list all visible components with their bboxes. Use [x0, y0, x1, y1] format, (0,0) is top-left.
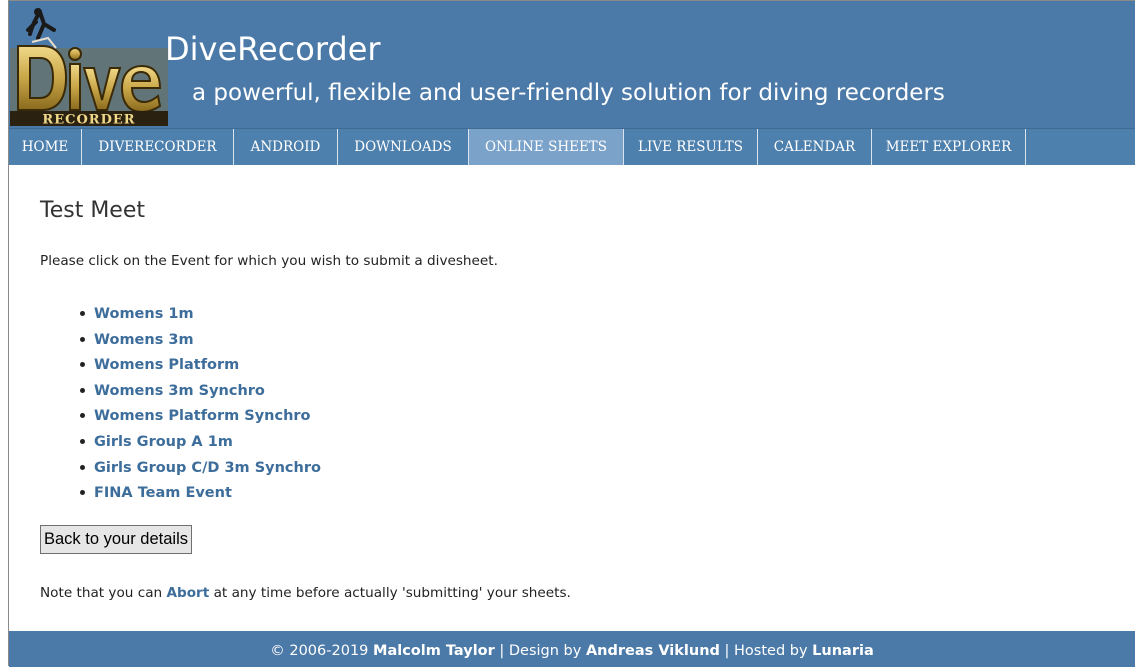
note-text-after: at any time before actually 'submitting'… [209, 585, 571, 601]
nav-live-results-label: LIVE RESULTS [638, 139, 743, 155]
diverecorder-logo[interactable]: RECORDER [10, 8, 168, 126]
site-tagline: a powerful, flexible and user-friendly s… [192, 80, 945, 106]
list-item: FINA Team Event [49, 479, 321, 505]
nav-online-sheets[interactable]: ONLINE SHEETS [469, 129, 624, 165]
list-item: Womens Platform Synchro [49, 402, 321, 428]
site-title[interactable]: DiveRecorder [165, 29, 381, 69]
list-item: Girls Group C/D 3m Synchro [49, 454, 321, 480]
nav-downloads[interactable]: DOWNLOADS [338, 129, 469, 165]
footer-copyright: © 2006-2019 [270, 643, 374, 659]
nav-online-sheets-label: ONLINE SHEETS [484, 139, 608, 155]
nav-android[interactable]: ANDROID [234, 129, 338, 165]
intro-text: Please click on the Event for which you … [40, 253, 498, 269]
back-to-details-button[interactable]: Back to your details [40, 525, 192, 554]
nav-home[interactable]: HOME [9, 129, 82, 165]
event-link-womens-3m-synchro[interactable]: Womens 3m Synchro [94, 383, 265, 399]
nav-calendar[interactable]: CALENDAR [758, 129, 872, 165]
footer-host-link[interactable]: Lunaria [812, 643, 874, 659]
nav-diverecorder[interactable]: DIVERECORDER [82, 129, 234, 165]
list-item: Womens 3m Synchro [49, 377, 321, 403]
event-link-girls-group-a-1m[interactable]: Girls Group A 1m [94, 434, 233, 450]
logo-text: RECORDER [42, 113, 135, 127]
site-header: RECORDER DiveRecorder a powerful, flexib… [9, 1, 1135, 128]
list-item: Girls Group A 1m [49, 428, 321, 454]
nav-meet-explorer[interactable]: MEET EXPLORER [872, 129, 1026, 165]
event-link-womens-platform[interactable]: Womens Platform [94, 357, 239, 373]
page-title: Test Meet [40, 198, 145, 223]
event-list: Womens 1m Womens 3m Womens Platform Wome… [49, 300, 321, 505]
event-link-girls-group-cd-3m-synchro[interactable]: Girls Group C/D 3m Synchro [94, 460, 321, 476]
footer-separator-hosted: | Hosted by [719, 643, 813, 659]
footer-separator-design: | Design by [494, 643, 586, 659]
list-item: Womens Platform [49, 351, 321, 377]
abort-note: Note that you can Abort at any time befo… [40, 585, 571, 601]
abort-link[interactable]: Abort [166, 585, 209, 601]
list-item: Womens 3m [49, 326, 321, 352]
page-frame: RECORDER DiveRecorder a powerful, flexib… [8, 0, 1135, 667]
nav-downloads-label: DOWNLOADS [354, 139, 452, 155]
nav-calendar-label: CALENDAR [773, 139, 856, 155]
footer-author-link[interactable]: Malcolm Taylor [373, 643, 495, 659]
nav-android-label: ANDROID [250, 139, 321, 155]
event-link-womens-platform-synchro[interactable]: Womens Platform Synchro [94, 408, 311, 424]
main-nav: HOME DIVERECORDER ANDROID DOWNLOADS ONLI… [9, 128, 1135, 165]
nav-meet-explorer-label: MEET EXPLORER [885, 139, 1012, 155]
note-text-before: Note that you can [40, 585, 167, 601]
footer-designer-link[interactable]: Andreas Viklund [586, 643, 720, 659]
site-footer: © 2006-2019 Malcolm Taylor | Design by A… [9, 631, 1135, 667]
nav-home-label: HOME [21, 139, 69, 155]
nav-diverecorder-label: DIVERECORDER [98, 139, 217, 155]
event-link-womens-3m[interactable]: Womens 3m [94, 332, 194, 348]
event-link-fina-team-event[interactable]: FINA Team Event [94, 485, 232, 501]
nav-live-results[interactable]: LIVE RESULTS [624, 129, 758, 165]
event-link-womens-1m[interactable]: Womens 1m [94, 306, 194, 322]
list-item: Womens 1m [49, 300, 321, 326]
